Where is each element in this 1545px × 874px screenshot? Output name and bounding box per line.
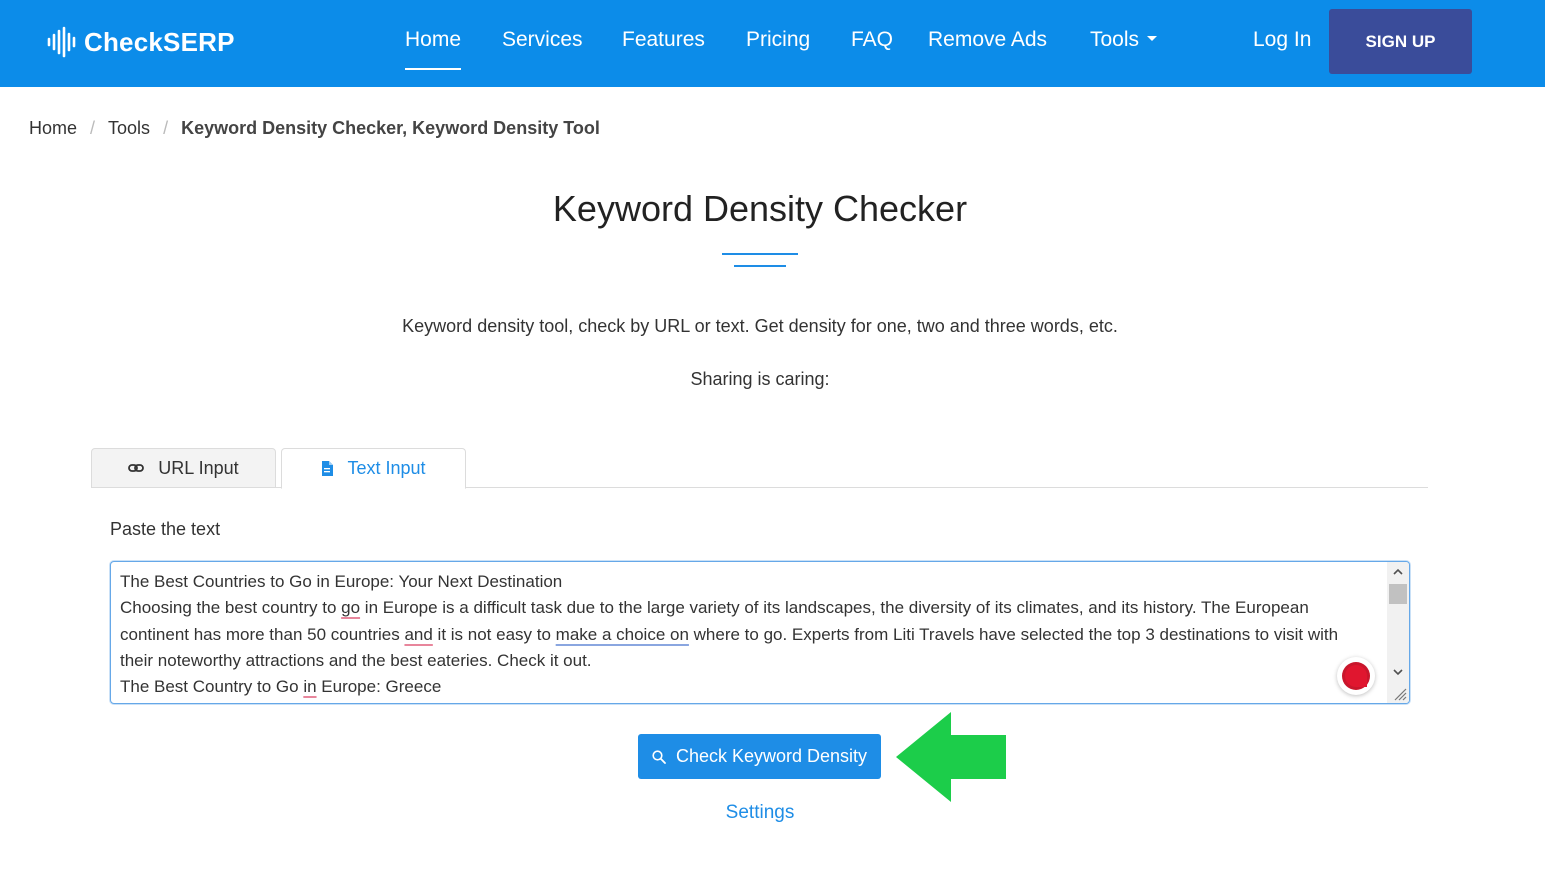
document-icon (321, 461, 334, 476)
caret-down-icon (1147, 35, 1158, 41)
breadcrumb: Home / Tools / Keyword Density Checker, … (29, 118, 600, 139)
logo[interactable]: CheckSERP (46, 24, 235, 60)
resize-handle-icon[interactable] (1393, 687, 1407, 701)
scroll-up-icon[interactable] (1392, 566, 1404, 578)
nav-home[interactable]: Home (405, 28, 462, 70)
textarea-scrollbar[interactable] (1387, 562, 1409, 703)
nav-remove-ads[interactable]: Remove Ads (928, 28, 1047, 54)
settings-link[interactable]: Settings (726, 802, 795, 823)
spelling-flag: in (303, 677, 317, 697)
page-subtitle: Keyword density tool, check by URL or te… (402, 316, 1118, 336)
sound-wave-logo-icon (47, 26, 76, 58)
nav-faq[interactable]: FAQ (851, 28, 893, 54)
text-input-area[interactable]: The Best Countries to Go in Europe: Your… (110, 561, 1410, 704)
tab-text-input[interactable]: Text Input (281, 448, 466, 489)
text-content: The Best Countries to Go in Europe: Your… (120, 569, 1382, 700)
breadcrumb-tools[interactable]: Tools (108, 118, 150, 139)
top-navbar: CheckSERP Home Services Features Pricing… (0, 0, 1545, 87)
tab-text-label: Text Input (347, 458, 426, 478)
green-arrow-pointer-icon (896, 712, 1006, 802)
scroll-thumb[interactable] (1389, 584, 1407, 604)
link-icon (128, 463, 145, 473)
spelling-flag: go (341, 598, 361, 618)
text-line: The Best Country to Go in Europe: Greece (120, 677, 442, 697)
page-title: Keyword Density Checker (552, 188, 968, 229)
tab-url-label: URL Input (158, 457, 239, 478)
check-keyword-density-button[interactable]: Check Keyword Density (638, 734, 881, 779)
nav-features[interactable]: Features (622, 28, 705, 54)
text-line: continent has more than 50 countries and… (120, 624, 1339, 644)
spelling-flag: and (404, 624, 433, 644)
nav-tools-dropdown[interactable]: Tools (1090, 28, 1158, 54)
text-line: their noteworthy attractions and the bes… (120, 650, 592, 670)
login-link[interactable]: Log In (1253, 28, 1311, 54)
grammar-flag: make a choice on (555, 624, 689, 644)
search-icon (652, 749, 666, 764)
sharing-text: Sharing is caring: (690, 369, 830, 389)
title-divider (722, 253, 798, 267)
paste-text-label: Paste the text (110, 519, 221, 539)
text-line: Choosing the best country to go in Europ… (120, 598, 1309, 618)
nav-tools-label: Tools (1090, 28, 1140, 51)
scroll-down-icon[interactable] (1392, 666, 1404, 678)
breadcrumb-current: Keyword Density Checker, Keyword Density… (181, 118, 600, 138)
nav-services[interactable]: Services (502, 28, 583, 54)
breadcrumb-home[interactable]: Home (29, 118, 77, 139)
breadcrumb-separator: / (163, 118, 169, 138)
check-button-label: Check Keyword Density (675, 746, 868, 766)
logo-text: CheckSERP (84, 26, 235, 57)
tab-url-input[interactable]: URL Input (91, 448, 276, 488)
signup-button[interactable]: SIGN UP (1329, 9, 1472, 74)
breadcrumb-separator: / (90, 118, 96, 138)
nav-pricing[interactable]: Pricing (746, 28, 810, 54)
settings-link-container: Settings (0, 802, 1520, 824)
text-line: The Best Countries to Go in Europe: Your… (120, 572, 563, 591)
grammar-assistant-icon[interactable] (1337, 657, 1375, 695)
